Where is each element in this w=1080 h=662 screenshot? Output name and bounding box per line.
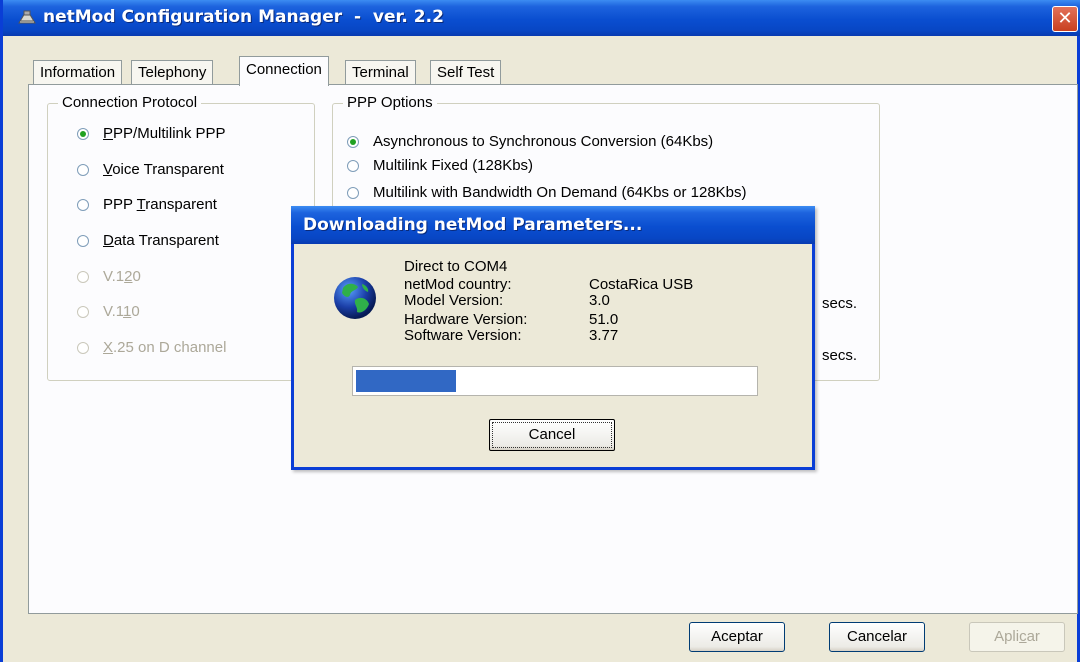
app-icon	[18, 10, 36, 24]
ppp-option-0[interactable]: Asynchronous to Synchronous Conversion (…	[347, 133, 713, 150]
software-version-value: 3.77	[589, 327, 619, 344]
dialog-title: Downloading netMod Parameters...	[303, 215, 643, 235]
ppp-option-1[interactable]: Multilink Fixed (128Kbs)	[347, 157, 533, 174]
dialog-title-bar[interactable]: Downloading netMod Parameters...	[291, 206, 815, 244]
radio-button	[77, 341, 89, 354]
tab-telephony[interactable]: Telephony	[131, 60, 214, 84]
ppp-option-label: Multilink Fixed (128Kbs)	[373, 157, 534, 174]
aceptar-button[interactable]: Aceptar	[689, 622, 785, 652]
radio-button[interactable]	[347, 135, 359, 148]
connection-line: Direct to COM4	[404, 258, 508, 275]
connection-protocol-title: Connection Protocol	[58, 94, 202, 111]
aplicar-button[interactable]: Aplicar	[969, 622, 1065, 652]
window-title: netMod Configuration Manager - ver. 2.2	[43, 7, 444, 27]
ppp-options-title: PPP Options	[343, 94, 437, 111]
protocol-option-4: V.120	[77, 268, 141, 285]
radio-button[interactable]	[77, 163, 89, 176]
model-version-label: Model Version:	[404, 292, 504, 309]
protocol-option-3[interactable]: Data Transparent	[77, 232, 219, 249]
main-window: netMod Configuration Manager - ver. 2.2 …	[0, 0, 1080, 662]
country-value: CostaRica USB	[589, 276, 694, 293]
cancel-download-button[interactable]: Cancel	[489, 419, 615, 451]
tab-connection[interactable]: Connection	[239, 56, 329, 86]
radio-button[interactable]	[77, 234, 89, 247]
radio-button[interactable]	[347, 159, 359, 172]
protocol-option-label: X.25 on D channel	[103, 339, 227, 356]
tab-information[interactable]: Information	[33, 60, 123, 84]
progress-fill	[356, 370, 456, 392]
protocol-option-label: PPP/Multilink PPP	[103, 125, 226, 142]
software-version-label: Software Version:	[404, 327, 522, 344]
protocol-option-label: Voice Transparent	[103, 161, 224, 178]
secs-unit-2: secs.	[822, 347, 858, 364]
hardware-version-label: Hardware Version:	[404, 311, 528, 328]
cancelar-button[interactable]: Cancelar	[829, 622, 925, 652]
aplicar-label-accel: c	[1019, 628, 1027, 645]
protocol-option-1[interactable]: Voice Transparent	[77, 161, 224, 178]
protocol-option-label: Data Transparent	[103, 232, 219, 249]
radio-button[interactable]	[347, 186, 359, 199]
aplicar-label-end: ar	[1026, 628, 1040, 645]
protocol-option-0[interactable]: PPP/Multilink PPP	[77, 125, 226, 142]
protocol-option-6: X.25 on D channel	[77, 339, 226, 356]
model-version-value: 3.0	[589, 292, 610, 309]
protocol-option-label: V.110	[103, 303, 140, 320]
ppp-option-label: Asynchronous to Synchronous Conversion (…	[373, 133, 714, 150]
download-progress-bar	[352, 366, 758, 396]
radio-button	[77, 270, 89, 283]
close-icon: ✕	[1057, 8, 1073, 29]
protocol-option-5: V.110	[77, 303, 140, 320]
protocol-option-2[interactable]: PPP Transparent	[77, 196, 217, 213]
tab-terminal[interactable]: Terminal	[345, 60, 416, 84]
ppp-option-label: Multilink with Bandwidth On Demand (64Kb…	[373, 184, 747, 201]
close-button[interactable]: ✕	[1052, 6, 1078, 32]
ppp-option-2[interactable]: Multilink with Bandwidth On Demand (64Kb…	[347, 184, 747, 201]
radio-button[interactable]	[77, 127, 89, 140]
hardware-version-value: 51.0	[589, 311, 619, 328]
download-dialog: Downloading netMod Parameters... Direct …	[291, 206, 815, 470]
secs-unit-1: secs.	[822, 295, 858, 312]
radio-button	[77, 305, 89, 318]
globe-icon	[334, 277, 376, 319]
country-label: netMod country:	[404, 276, 512, 293]
tab-self-test[interactable]: Self Test	[430, 60, 502, 84]
aplicar-label-start: Apli	[994, 628, 1020, 645]
title-bar[interactable]: netMod Configuration Manager - ver. 2.2 …	[3, 0, 1080, 36]
protocol-option-label: V.120	[103, 268, 141, 285]
radio-button[interactable]	[77, 198, 89, 211]
protocol-option-label: PPP Transparent	[103, 196, 217, 213]
